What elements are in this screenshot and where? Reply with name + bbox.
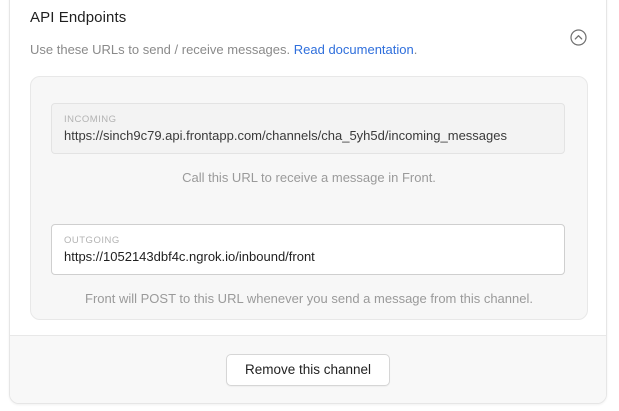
- incoming-label: INCOMING: [64, 114, 117, 125]
- read-documentation-link[interactable]: Read documentation: [294, 42, 414, 57]
- section-title: API Endpoints: [30, 9, 127, 26]
- incoming-url-field[interactable]: INCOMING https://sinch9c79.api.frontapp.…: [51, 103, 565, 154]
- endpoints-panel: INCOMING https://sinch9c79.api.frontapp.…: [30, 76, 588, 320]
- remove-channel-button[interactable]: Remove this channel: [226, 354, 390, 386]
- outgoing-url-value[interactable]: https://1052143dbf4c.ngrok.io/inbound/fr…: [64, 249, 559, 264]
- section-subtitle: Use these URLs to send / receive message…: [30, 42, 417, 57]
- chevron-up-circle-icon: [570, 29, 587, 46]
- outgoing-label: OUTGOING: [64, 235, 120, 246]
- subtitle-text: Use these URLs to send / receive message…: [30, 42, 291, 57]
- api-endpoints-card: API Endpoints Use these URLs to send / r…: [9, 0, 607, 404]
- outgoing-url-field[interactable]: OUTGOING https://1052143dbf4c.ngrok.io/i…: [51, 224, 565, 275]
- incoming-hint: Call this URL to receive a message in Fr…: [182, 170, 436, 185]
- incoming-url-value[interactable]: https://sinch9c79.api.frontapp.com/chann…: [64, 128, 559, 143]
- outgoing-hint: Front will POST to this URL whenever you…: [85, 291, 533, 306]
- subtitle-suffix: .: [413, 42, 418, 57]
- card-footer: Remove this channel: [10, 335, 606, 403]
- collapse-button[interactable]: [570, 29, 587, 46]
